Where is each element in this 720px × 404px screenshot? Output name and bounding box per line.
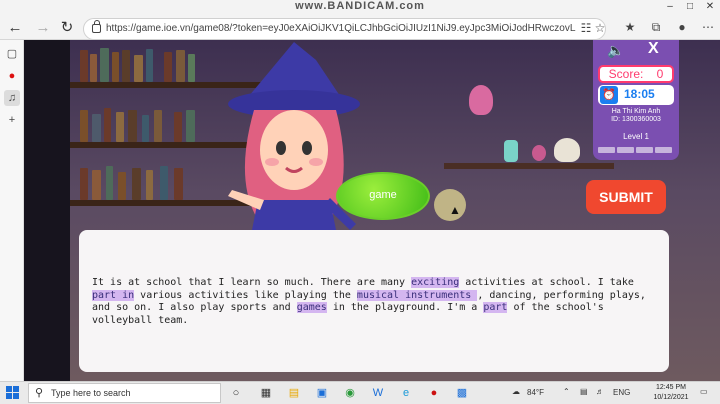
refresh-icon[interactable]: ↻ (58, 19, 76, 37)
dark-side-panel (24, 40, 70, 381)
maximize-icon[interactable]: □ (680, 0, 700, 14)
profile-icon[interactable]: ● (674, 20, 690, 34)
timer-text: 18:05 (624, 87, 655, 101)
clock-time: 12:45 PM (656, 384, 686, 391)
collections-icon[interactable]: ⧉ (648, 20, 664, 35)
browser-side-rail: ▢ ● ♫ + (0, 40, 24, 381)
passage-segment: It is at school that I learn so much. Th… (92, 277, 412, 288)
edge-icon[interactable]: e (398, 385, 414, 401)
word-icon[interactable]: W (370, 385, 386, 401)
windows-start-icon[interactable] (6, 386, 20, 400)
search-icon: ⚲ (35, 387, 44, 399)
passage-text: It is at school that I learn so much. Th… (92, 277, 657, 327)
potion-shelf (444, 163, 614, 169)
volume-icon[interactable]: ♬ (596, 387, 604, 396)
url-text[interactable]: https://game.ioe.vn/game08/?token=eyJ0eX… (106, 23, 576, 34)
score-value: 0 (656, 67, 664, 81)
highlighted-phrase[interactable]: exciting (411, 277, 460, 288)
clock-date: 10/12/2021 (653, 394, 689, 401)
player-name: Ha Thi Kim Anh (611, 108, 661, 115)
timer-box: ⏰ 18:05 (598, 85, 674, 105)
level-progress (598, 147, 674, 153)
alarm-clock-icon: ⏰ (600, 86, 618, 104)
favorite-star-icon[interactable]: ☆ (592, 21, 608, 35)
mouse-pointer-icon: ▲ (449, 203, 461, 217)
weather-text[interactable]: 84°F (527, 388, 544, 397)
more-menu-icon[interactable]: ⋯ (700, 20, 716, 34)
file-explorer-icon[interactable]: ▤ (286, 385, 302, 401)
score-box: Score: 0 (598, 65, 674, 83)
widgets-icon[interactable]: ▦ (258, 385, 274, 401)
highlighted-phrase[interactable]: musical instruments (356, 289, 478, 301)
answer-bubble[interactable]: game (336, 172, 430, 220)
player-id: ID: 1300360003 (611, 116, 661, 123)
score-label: Score: (608, 67, 644, 81)
forward-arrow-icon[interactable]: → (34, 19, 52, 37)
passage-segment: in the playground. I'm a (326, 302, 484, 313)
passage-segment: activities at school. I take (459, 277, 634, 288)
store-icon[interactable]: ▣ (314, 385, 330, 401)
submit-button[interactable]: SUBMIT (586, 180, 666, 214)
passage-panel: It is at school that I learn so much. Th… (79, 230, 669, 372)
taskbar-search[interactable]: ⚲ Type here to search (28, 383, 221, 403)
language-indicator[interactable]: ENG (613, 388, 630, 397)
windows-taskbar: ⚲ Type here to search ○ ▦ ▤ ▣ ◉ W e ● ▩ … (0, 381, 720, 404)
scoreboard: 🔈 X Score: 0 ⏰ 18:05 Ha Thi Kim Anh ID: … (593, 40, 679, 160)
skull-icon (554, 138, 580, 162)
bandicam-icon[interactable]: ● (426, 385, 442, 401)
potion-bottle-icon (504, 140, 518, 162)
potion-bottle-icon (469, 85, 493, 115)
back-arrow-icon[interactable]: ← (6, 19, 24, 37)
lock-icon (92, 20, 101, 33)
notification-icon[interactable]: ▭ (700, 387, 708, 396)
minimize-icon[interactable]: – (660, 0, 680, 14)
speaker-tab-icon[interactable]: ♫ (4, 90, 20, 106)
close-game-icon[interactable]: X (648, 40, 659, 58)
close-window-icon[interactable]: ✕ (700, 0, 720, 14)
network-icon[interactable]: ▤ (580, 387, 588, 396)
bubble-word: game (369, 189, 397, 201)
game-canvas: game ▲ 🔈 X Score: 0 ⏰ 18:05 Ha Thi Kim A… (24, 40, 720, 381)
task-view-icon[interactable]: ○ (228, 385, 244, 401)
tab-actions-icon[interactable]: ▢ (4, 46, 20, 62)
favorites-icon[interactable]: ★ (622, 20, 638, 34)
recording-watermark: www.BANDICAM.com (295, 0, 425, 12)
media-record-icon[interactable]: ● (4, 68, 20, 84)
passage-segment: various activities like playing the (134, 289, 357, 301)
level-label: Level 1 (623, 132, 649, 141)
weather-icon: ☁ (512, 387, 520, 396)
sound-toggle-icon[interactable]: 🔈 (607, 42, 624, 59)
browser-toolbar: www.BANDICAM.com ← → ↻ https://game.ioe.… (0, 0, 720, 40)
address-bar[interactable]: https://game.ioe.vn/game08/?token=eyJ0eX… (83, 18, 606, 40)
chrome-icon[interactable]: ◉ (342, 385, 358, 401)
tray-chevron-icon[interactable]: ⌃ (563, 387, 570, 396)
taskbar-clock[interactable]: 12:45 PM 10/12/2021 (651, 383, 691, 403)
search-placeholder: Type here to search (51, 388, 131, 398)
highlighted-phrase[interactable]: games (296, 302, 327, 313)
player-info: Ha Thi Kim Anh ID: 1300360003 (593, 108, 679, 124)
potion-bottle-icon (532, 145, 546, 161)
app-icon[interactable]: ▩ (454, 385, 470, 401)
highlighted-phrase[interactable]: part in (92, 289, 135, 301)
new-tab-plus-icon[interactable]: + (4, 112, 20, 128)
highlighted-phrase[interactable]: part (483, 302, 508, 313)
